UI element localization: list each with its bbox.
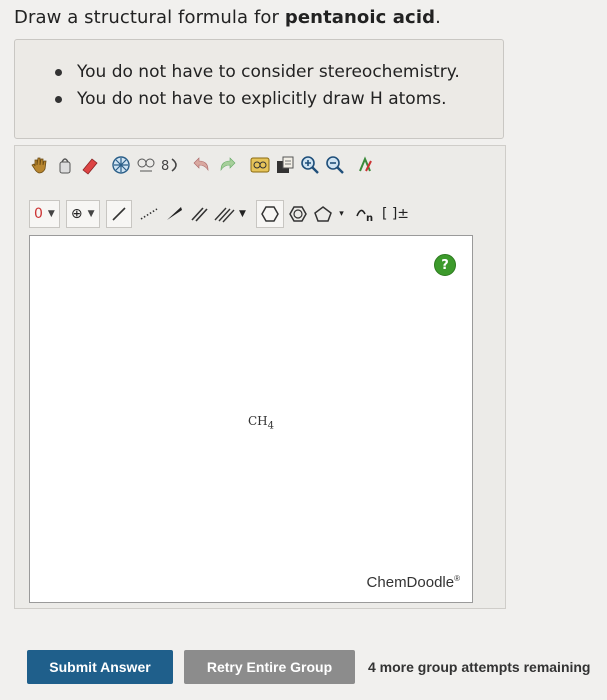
single-bond-icon — [111, 207, 126, 221]
question-compound: pentanoic acid — [284, 7, 436, 28]
clean-icon[interactable]: 8 — [160, 154, 182, 176]
svg-text:8: 8 — [161, 159, 169, 174]
toolbar-bottom: 0 ▼ ⊕ ▼ ▼ ▾ n []± — [29, 200, 415, 228]
submit-answer-button[interactable]: Submit Answer — [27, 650, 173, 684]
hint-box: You do not have to consider stereochemis… — [14, 39, 504, 139]
plus-circle-icon: ⊕ — [70, 206, 83, 222]
charge-selector[interactable]: 0 ▼ — [29, 200, 60, 228]
molecule-formula: CH — [248, 414, 268, 428]
hint-text: You do not have to consider stereochemis… — [77, 62, 460, 82]
atom-charge-selector[interactable]: ⊕ ▼ — [65, 200, 100, 228]
single-bond-tool[interactable] — [105, 200, 132, 228]
molecule-label[interactable]: CH4 — [248, 414, 274, 431]
hand-icon[interactable] — [29, 154, 51, 176]
attempts-remaining-text: 4 more group attempts remaining — [368, 659, 591, 675]
hint-item: You do not have to consider stereochemis… — [55, 62, 460, 82]
pentagon-icon[interactable] — [312, 203, 334, 225]
bond-chevron-down-icon[interactable]: ▼ — [238, 203, 248, 225]
charge-label: 0 — [34, 206, 43, 222]
dashed-bond-icon[interactable] — [138, 203, 160, 225]
hint-text: You do not have to explicitly draw H ato… — [77, 89, 447, 109]
help-button[interactable]: ? — [434, 254, 456, 276]
cyclohexane-tool[interactable] — [255, 200, 284, 228]
hexagon-icon — [260, 206, 279, 222]
double-bond-icon[interactable] — [188, 203, 210, 225]
molecule-subscript: 4 — [267, 420, 275, 432]
atom-colors-icon[interactable] — [355, 154, 377, 176]
svg-text:n: n — [366, 213, 373, 224]
bracket-tool[interactable]: [ ]± — [380, 203, 412, 225]
chain-icon[interactable]: n — [355, 203, 377, 225]
chevron-down-icon: ▼ — [87, 209, 95, 219]
flip-icon[interactable] — [135, 154, 157, 176]
eraser-icon[interactable] — [79, 154, 101, 176]
question-suffix: . — [435, 7, 441, 28]
brand-text: ChemDoodle — [366, 574, 455, 591]
ring-chevron-down-icon[interactable]: ▾ — [337, 203, 347, 225]
chevron-down-icon: ▼ — [47, 209, 55, 219]
question-text: Draw a structural formula for pentanoic … — [14, 7, 441, 28]
question-prefix: Draw a structural formula for — [14, 7, 285, 28]
benzene-icon[interactable] — [287, 203, 309, 225]
zoom-in-icon[interactable] — [299, 154, 321, 176]
wedge-bond-icon[interactable] — [163, 203, 185, 225]
clipboard-icon[interactable] — [274, 154, 296, 176]
lasso-icon[interactable] — [54, 154, 76, 176]
bullet-icon — [55, 69, 62, 76]
redo-icon[interactable] — [216, 154, 238, 176]
bracket-label: [ ]± — [381, 206, 410, 222]
templates-icon[interactable] — [249, 154, 271, 176]
drawing-canvas[interactable]: ? CH4 ChemDoodle® — [29, 235, 473, 603]
triple-bond-icon[interactable] — [213, 203, 235, 225]
chemdoodle-editor: 8 0 ▼ ⊕ ▼ ▼ ▾ n []± ? CH4 ChemDoodle® — [14, 145, 506, 609]
undo-icon[interactable] — [191, 154, 213, 176]
hint-item: You do not have to explicitly draw H ato… — [55, 89, 447, 109]
zoom-out-icon[interactable] — [324, 154, 346, 176]
toolbar-top: 8 — [29, 154, 380, 176]
retry-group-button[interactable]: Retry Entire Group — [184, 650, 355, 684]
brand-mark: ® — [454, 574, 460, 583]
center-icon[interactable] — [110, 154, 132, 176]
chemdoodle-logo: ChemDoodle® — [367, 574, 460, 591]
bullet-icon — [55, 96, 62, 103]
